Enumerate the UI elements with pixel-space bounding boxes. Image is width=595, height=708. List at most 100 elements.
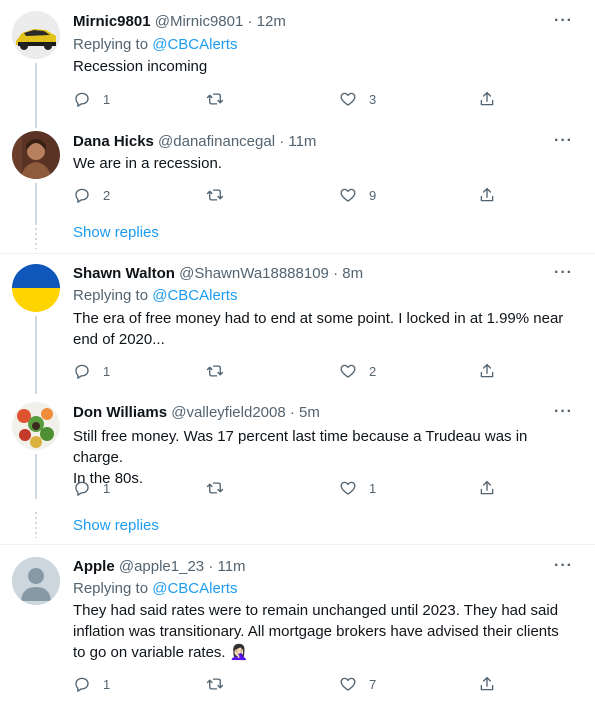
timestamp[interactable]: · 12m <box>247 13 285 30</box>
reply-button[interactable]: 1 <box>73 361 110 381</box>
like-button[interactable]: 2 <box>339 361 376 381</box>
tweet-text: We are in a recession. <box>73 155 222 172</box>
show-replies-link[interactable]: Show replies <box>73 517 159 534</box>
retweet-button[interactable] <box>206 89 236 109</box>
replying-to-handle[interactable]: @CBCAlerts <box>152 287 237 304</box>
user-handle[interactable]: @apple1_23 <box>119 558 204 575</box>
display-name[interactable]: Shawn Walton <box>73 265 175 282</box>
tweet-shawn-walton[interactable]: Shawn Walton @ShawnWa18888109 · 8m ··· R… <box>0 254 595 394</box>
person-photo-avatar[interactable] <box>12 131 60 179</box>
display-name[interactable]: Dana Hicks <box>73 133 154 150</box>
display-name[interactable]: Don Williams <box>73 404 167 421</box>
tweet-actions: 1 7 <box>73 674 503 694</box>
replying-to: Replying to @CBCAlerts <box>73 286 237 306</box>
user-handle[interactable]: @ShawnWa18888109 <box>179 265 329 282</box>
tweet-text: Recession incoming <box>73 58 208 75</box>
thread-connector <box>35 63 37 128</box>
share-button[interactable] <box>478 89 496 109</box>
reply-button[interactable]: 1 <box>73 674 110 694</box>
retweet-icon <box>206 678 224 690</box>
share-button[interactable] <box>478 674 496 694</box>
tweet-header: Mirnic9801 @Mirnic9801 · 12m <box>73 12 286 32</box>
tweet-mirnic9801[interactable]: Mirnic9801 @Mirnic9801 · 12m ··· Replyin… <box>0 0 595 128</box>
retweet-icon <box>206 93 224 105</box>
like-count: 1 <box>369 480 377 496</box>
tweet-apple[interactable]: Apple @apple1_23 · 11m ··· Replying to @… <box>0 545 595 708</box>
share-icon <box>480 363 494 378</box>
reply-button[interactable]: 2 <box>73 185 110 205</box>
show-replies-link[interactable]: Show replies <box>73 224 159 241</box>
tweet-actions: 1 2 <box>73 361 503 381</box>
like-button[interactable]: 1 <box>339 478 376 498</box>
reply-button[interactable]: 1 <box>73 89 110 109</box>
timestamp[interactable]: · 5m <box>290 404 320 421</box>
retweet-icon <box>206 189 224 201</box>
more-options-icon[interactable]: ··· <box>554 557 573 575</box>
tweet-dana-hicks[interactable]: Dana Hicks @danafinancegal · 11m ··· We … <box>0 125 595 255</box>
ukraine-flag-avatar[interactable] <box>12 264 60 312</box>
heart-icon <box>340 677 356 691</box>
user-handle[interactable]: @valleyfield2008 <box>171 404 285 421</box>
camaro-car-avatar[interactable] <box>12 11 60 59</box>
like-count: 2 <box>369 363 377 379</box>
display-name[interactable]: Mirnic9801 <box>73 13 151 30</box>
more-options-icon[interactable]: ··· <box>554 264 573 282</box>
thread-connector <box>35 316 37 394</box>
reply-icon <box>75 481 89 496</box>
timestamp[interactable]: · 11m <box>279 133 316 150</box>
tweet-text-line: end of 2020... <box>73 331 165 348</box>
default-person-icon <box>12 557 60 605</box>
flowers-photo-avatar[interactable] <box>12 402 60 450</box>
like-button[interactable]: 7 <box>339 674 376 694</box>
like-button[interactable]: 3 <box>339 89 376 109</box>
retweet-button[interactable] <box>206 478 236 498</box>
more-options-icon[interactable]: ··· <box>554 403 573 421</box>
share-button[interactable] <box>478 478 496 498</box>
share-button[interactable] <box>478 185 496 205</box>
retweet-button[interactable] <box>206 361 236 381</box>
replying-to-label: Replying to <box>73 580 153 597</box>
tweet-text-line: Still free money. Was 17 percent last ti… <box>73 428 528 466</box>
retweet-button[interactable] <box>206 674 236 694</box>
tweet-actions: 2 9 <box>73 185 503 205</box>
more-options-icon[interactable]: ··· <box>554 132 573 150</box>
retweet-button[interactable] <box>206 185 236 205</box>
tweet-header: Dana Hicks @danafinancegal · 11m <box>73 132 316 152</box>
display-name[interactable]: Apple <box>73 558 115 575</box>
retweet-icon <box>206 365 224 377</box>
share-icon <box>480 187 494 202</box>
heart-icon <box>340 481 356 495</box>
like-button[interactable]: 9 <box>339 185 376 205</box>
share-icon <box>480 480 494 495</box>
user-handle[interactable]: @danafinancegal <box>158 133 275 150</box>
tweet-don-williams[interactable]: Don Williams @valleyfield2008 · 5m ··· S… <box>0 394 595 544</box>
tweet-text: They had said rates were to remain uncha… <box>73 600 578 663</box>
timestamp[interactable]: · 8m <box>333 265 363 282</box>
replying-to: Replying to @CBCAlerts <box>73 35 237 55</box>
replying-to-label: Replying to <box>73 36 153 53</box>
replying-to-label: Replying to <box>73 287 153 304</box>
tweet-header: Shawn Walton @ShawnWa18888109 · 8m <box>73 264 363 284</box>
thread-dots <box>35 512 37 538</box>
timestamp[interactable]: · 11m <box>208 558 245 575</box>
reply-icon <box>75 92 89 107</box>
heart-icon <box>340 364 356 378</box>
tweet-text-line: The era of free money had to end at some… <box>73 310 564 327</box>
tweet-actions: 1 3 <box>73 89 503 109</box>
thread-dots <box>35 223 37 249</box>
reply-count: 1 <box>103 363 111 379</box>
share-button[interactable] <box>478 361 496 381</box>
more-options-icon[interactable]: ··· <box>554 12 573 30</box>
user-handle[interactable]: @Mirnic9801 <box>155 13 244 30</box>
tweet-text-line: They had said rates were to remain uncha… <box>73 602 559 619</box>
default-person-avatar[interactable] <box>12 557 60 605</box>
reply-icon <box>75 364 89 379</box>
tweet-text-line: to go on variable rates. 🤦🏻‍♀️ <box>73 644 249 661</box>
reply-button[interactable]: 1 <box>73 478 110 498</box>
thread-connector <box>35 454 37 499</box>
replying-to-handle[interactable]: @CBCAlerts <box>152 580 237 597</box>
replying-to-handle[interactable]: @CBCAlerts <box>152 36 237 53</box>
reply-icon <box>75 677 89 692</box>
tweet-text: The era of free money had to end at some… <box>73 308 578 350</box>
like-count: 7 <box>369 676 377 692</box>
